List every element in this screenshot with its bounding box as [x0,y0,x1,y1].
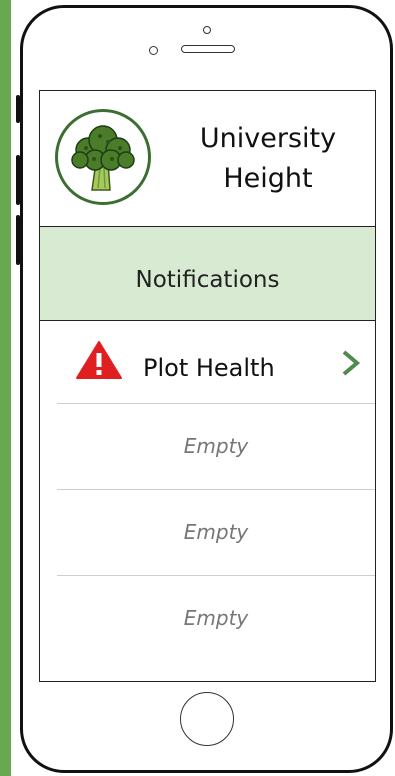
org-title-line2: Height [223,163,313,194]
notifications-title: Notifications [135,267,280,293]
camera-icon [149,46,158,55]
notifications-header: Notifications [40,227,375,321]
app-header: University Height [40,91,375,227]
warning-icon [76,341,122,379]
speaker-grille [181,45,235,53]
empty-label: Empty [183,606,249,630]
org-title: University Height [178,119,358,199]
notification-item-empty: Empty [57,404,375,490]
notification-item-plot-health[interactable]: Plot Health [57,321,375,404]
home-button[interactable] [180,692,234,746]
sensor-icon [203,26,211,34]
app-screen: University Height Notifications Plot Hea… [39,90,376,682]
notification-item-empty: Empty [57,490,375,576]
chevron-right-icon[interactable] [339,349,363,377]
notifications-list: Plot Health Empty Empty Empty [40,321,375,681]
empty-label: Empty [183,434,249,458]
notification-item-empty: Empty [57,576,375,662]
empty-label: Empty [183,520,249,544]
broccoli-icon [55,109,151,205]
notification-label: Plot Health [143,354,275,382]
org-title-line1: University [199,123,337,154]
